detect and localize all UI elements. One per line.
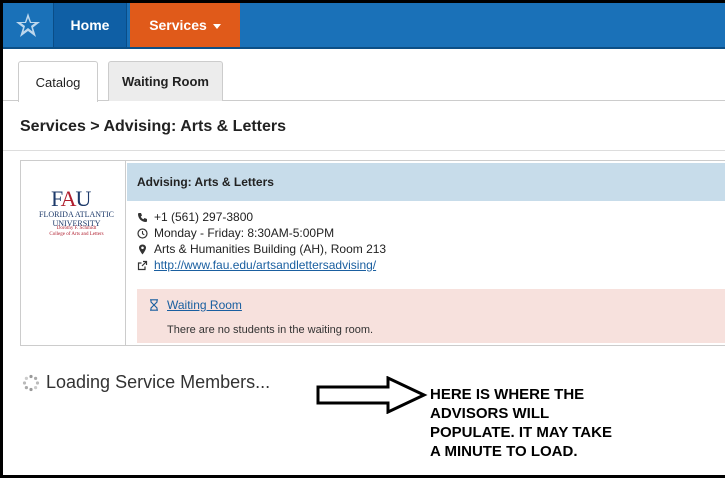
annotation-line3: POPULATE. IT MAY TAKE [430, 424, 612, 441]
annotation-note: HERE IS WHERE THE ADVISORS WILL POPULATE… [430, 385, 720, 461]
map-marker-icon [139, 244, 146, 254]
website-link[interactable]: http://www.fau.edu/artsandlettersadvisin… [154, 258, 376, 272]
website-row: http://www.fau.edu/artsandlettersadvisin… [137, 258, 376, 272]
nav-home[interactable]: Home [53, 3, 127, 47]
service-title: Advising: Arts & Letters [127, 163, 725, 201]
nav-services-dropdown[interactable]: Services [130, 3, 240, 47]
waiting-room-panel: Waiting Room There are no students in th… [137, 289, 725, 343]
waiting-room-link[interactable]: Waiting Room [149, 298, 242, 312]
app-logo[interactable] [3, 3, 53, 47]
annotation-line2: ADVISORS WILL [430, 405, 550, 422]
loading-text: Loading Service Members... [46, 372, 271, 392]
phone-number: +1 (561) 297-3800 [154, 210, 254, 224]
top-navbar: Home Services [3, 3, 725, 49]
spinner-icon [22, 374, 40, 391]
fau-wordmark: FAU [51, 186, 92, 212]
fau-line2b: College of Arts and Letters [49, 232, 104, 237]
tab-waiting-room-label: Waiting Room [122, 74, 209, 89]
waiting-room-message: There are no students in the waiting roo… [167, 324, 374, 336]
fau-mark-u: U [75, 186, 92, 211]
caret-down-icon [212, 23, 221, 29]
phone-icon [138, 212, 147, 222]
location-row: Arts & Humanities Building (AH), Room 21… [137, 242, 386, 256]
fau-mark-f: F [51, 186, 62, 211]
divider [3, 150, 725, 151]
hourglass-icon [150, 299, 158, 311]
hours-row: Monday - Friday: 8:30AM-5:00PM [137, 226, 334, 240]
star-logo-icon [16, 13, 40, 37]
clock-icon [137, 227, 148, 239]
right-arrow-icon [316, 376, 428, 414]
tab-bar: Catalog Waiting Room [3, 49, 725, 102]
office-location: Arts & Humanities Building (AH), Room 21… [154, 242, 387, 256]
service-card: FAU FLORIDA ATLANTIC UNIVERSITY Dorothy … [20, 160, 725, 346]
loading-indicator: Loading Service Members... [22, 372, 270, 393]
annotation-line1: HERE IS WHERE THE [430, 386, 585, 403]
tab-catalog[interactable]: Catalog [18, 61, 98, 102]
waiting-room-link-label: Waiting Room [167, 298, 242, 312]
fau-mark-a: A [60, 186, 77, 211]
breadcrumb: Services > Advising: Arts & Letters [20, 118, 287, 135]
external-link-icon [137, 260, 148, 270]
nav-services-label: Services [149, 17, 207, 33]
tab-catalog-label: Catalog [35, 74, 81, 90]
annotation-line4: A MINUTE TO LOAD. [430, 443, 578, 460]
nav-home-label: Home [70, 17, 110, 33]
tab-waiting-room[interactable]: Waiting Room [108, 61, 223, 101]
office-hours: Monday - Friday: 8:30AM-5:00PM [154, 226, 335, 240]
fau-line1: FLORIDA ATLANTIC [39, 210, 114, 219]
fau-logo: FAU FLORIDA ATLANTIC UNIVERSITY Dorothy … [21, 161, 126, 345]
fau-college-name: Dorothy F. Schmidt College of Arts and L… [29, 226, 124, 238]
phone-row: +1 (561) 297-3800 [137, 210, 253, 224]
